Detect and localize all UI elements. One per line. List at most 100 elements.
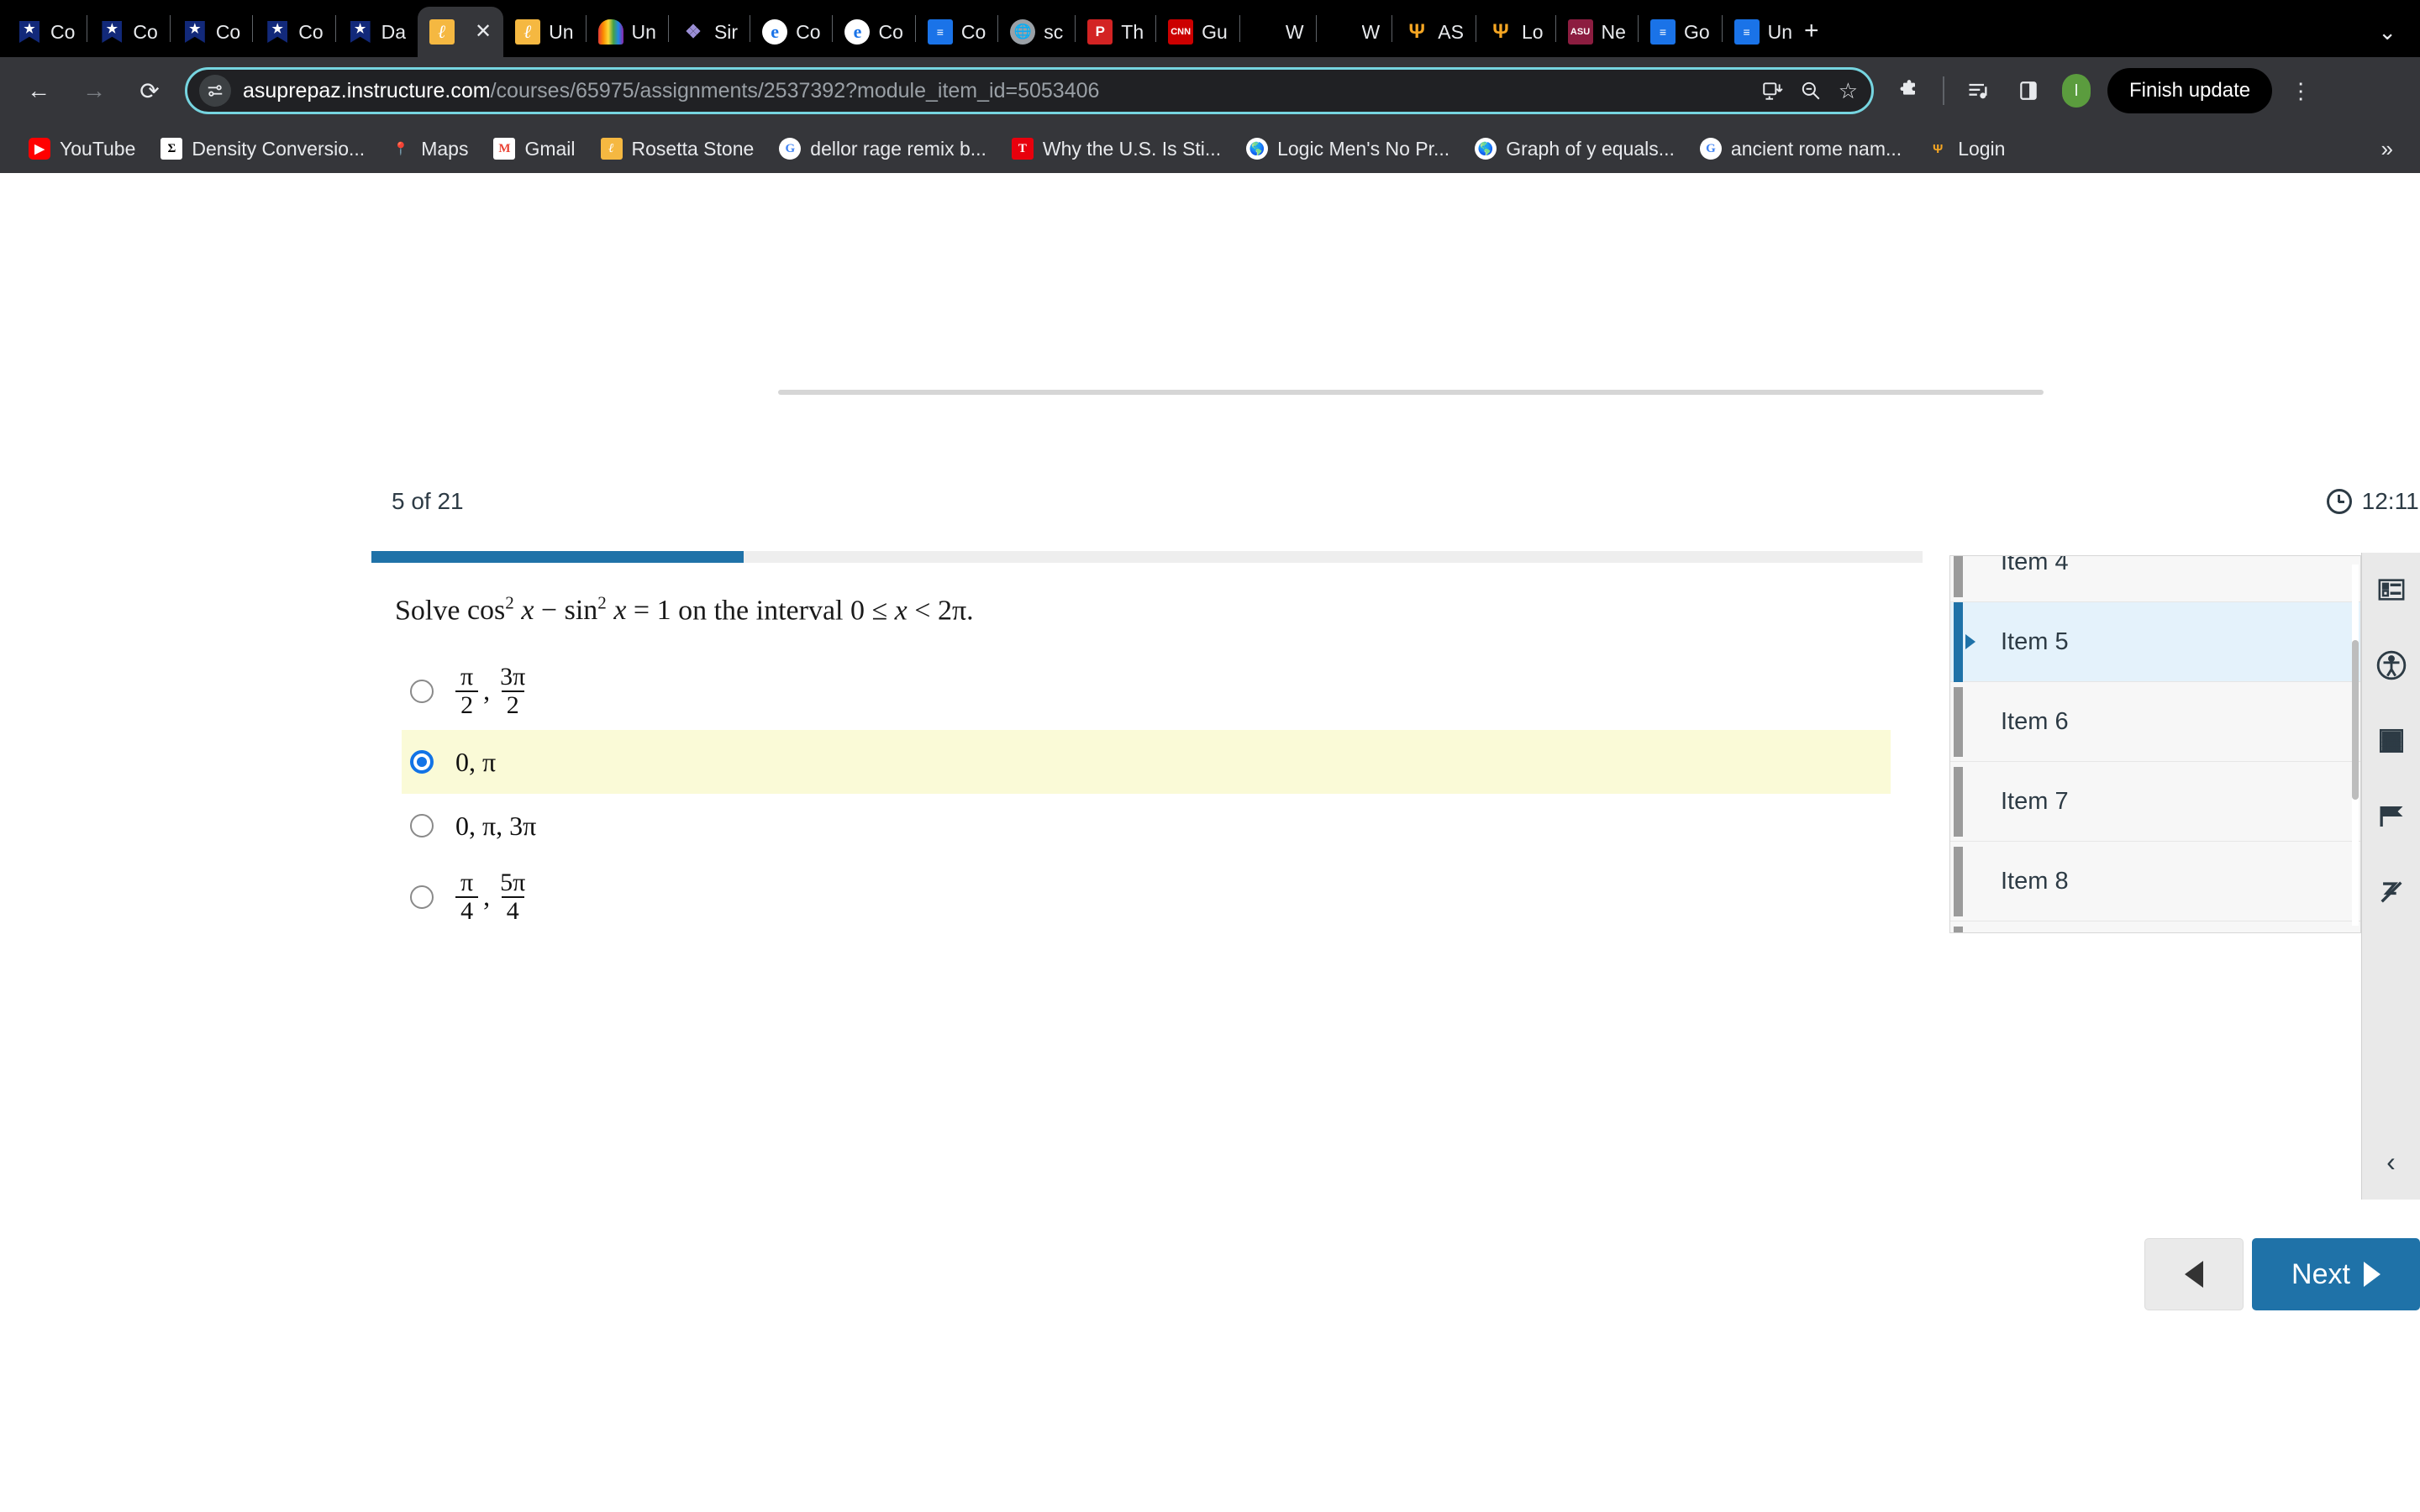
bookmark-label: Login xyxy=(1958,137,2006,160)
pearson-icon: P xyxy=(1087,19,1113,45)
bookmark-label: Gmail xyxy=(524,137,576,160)
browser-tab[interactable]: W xyxy=(1240,7,1316,57)
reference-icon[interactable] xyxy=(2373,874,2410,911)
extensions-puzzle-icon[interactable] xyxy=(1892,74,1926,108)
bookmark-item[interactable]: G dellor rage remix b... xyxy=(769,133,997,165)
radio-button[interactable] xyxy=(410,814,434,837)
new-tab-button[interactable]: + xyxy=(1804,17,1819,57)
radio-button[interactable] xyxy=(410,885,434,909)
side-panel-icon[interactable] xyxy=(2012,74,2045,108)
browser-tab[interactable]: ≡ Un xyxy=(1723,7,1804,57)
chevron-left-icon[interactable]: ‹ xyxy=(2362,1147,2420,1178)
bookmark-label: Rosetta Stone xyxy=(631,137,755,160)
previous-button[interactable] xyxy=(2144,1238,2244,1310)
tab-title: Th xyxy=(1121,20,1144,43)
item-list-item[interactable]: Item 7 xyxy=(1950,762,2360,842)
browser-tab[interactable]: W xyxy=(1317,7,1392,57)
tab-title: Co xyxy=(133,20,158,43)
item-list-item[interactable]: Item 4 xyxy=(1950,555,2360,602)
item-list-icon[interactable] xyxy=(2373,571,2410,608)
bookmark-item[interactable]: Σ Density Conversio... xyxy=(150,133,375,165)
radio-button[interactable] xyxy=(410,750,434,774)
forward-button[interactable]: → xyxy=(74,71,114,111)
bookmark-item[interactable]: ℓ Rosetta Stone xyxy=(591,133,765,165)
url-text[interactable]: asuprepaz.instructure.com/courses/65975/… xyxy=(243,79,1749,103)
site-settings-icon[interactable] xyxy=(199,75,231,107)
browser-tab[interactable]: Co xyxy=(253,7,334,57)
browser-tab-active[interactable]: ℓ ✕ xyxy=(418,7,504,57)
browser-tab[interactable]: CNN Gu xyxy=(1156,7,1239,57)
item-label: Item 7 xyxy=(2001,787,2069,815)
tab-title: Co xyxy=(50,20,76,43)
browser-tab[interactable]: Da xyxy=(336,7,418,57)
scrollbar-thumb[interactable] xyxy=(2352,640,2359,800)
reading-list-icon[interactable] xyxy=(1961,74,1995,108)
bookmark-item[interactable]: ▶ YouTube xyxy=(18,133,145,165)
fraction-numerator: π xyxy=(460,869,474,896)
calculator-icon[interactable] xyxy=(2373,722,2410,759)
item-list-item[interactable]: Item 6 xyxy=(1950,682,2360,762)
answer-choice-selected[interactable]: 0, π xyxy=(402,730,1891,794)
bookmark-item[interactable]: 🌎 Graph of y equals... xyxy=(1465,133,1685,165)
item-panel-scrollbar[interactable] xyxy=(2352,564,2359,926)
tab-title: Co xyxy=(796,20,821,43)
finish-update-button[interactable]: Finish update xyxy=(2107,68,2273,113)
browser-tab[interactable]: e Co xyxy=(833,7,914,57)
browser-tab[interactable]: 🌐 sc xyxy=(998,7,1075,57)
cnn-icon: CNN xyxy=(1168,19,1194,45)
star-icon[interactable]: ☆ xyxy=(1839,78,1858,104)
omnibox-icons: ☆ xyxy=(1761,78,1858,104)
browser-tab[interactable]: ❖ Sir xyxy=(669,7,750,57)
install-app-icon[interactable] xyxy=(1761,80,1783,102)
answer-choice[interactable]: 0, π, 3π xyxy=(402,794,1891,858)
browser-tab[interactable]: P Th xyxy=(1076,7,1155,57)
current-item-arrow-icon xyxy=(1965,634,1975,649)
avatar[interactable]: I xyxy=(2062,74,2091,108)
browser-tab[interactable]: ≡ Go xyxy=(1639,7,1722,57)
bookmark-item[interactable]: G ancient rome nam... xyxy=(1690,133,1912,165)
browser-tab[interactable]: e Co xyxy=(750,7,832,57)
browser-tab[interactable]: Un xyxy=(587,7,668,57)
item-navigator-panel[interactable]: Item 4 Item 5 Item 6 Item 7 Item 8 Item … xyxy=(1949,555,2361,933)
three-dot-menu-icon[interactable]: ⋮ xyxy=(2289,80,2312,102)
bookmarks-overflow-button[interactable]: » xyxy=(2381,136,2402,162)
browser-tab[interactable]: ≡ Co xyxy=(916,7,997,57)
bookmark-label: dellor rage remix b... xyxy=(810,137,986,160)
bookmark-item[interactable]: 🌎 Logic Men's No Pr... xyxy=(1236,133,1460,165)
next-button[interactable]: Next xyxy=(2252,1238,2420,1310)
tab-title: Co xyxy=(215,20,241,43)
reload-button[interactable]: ⟳ xyxy=(129,71,170,111)
zoom-out-icon[interactable] xyxy=(1800,80,1822,102)
bookmark-item[interactable]: Ψ Login xyxy=(1917,133,2015,165)
back-button[interactable]: ← xyxy=(18,71,59,111)
browser-tab[interactable]: Ψ Lo xyxy=(1476,7,1555,57)
chevron-down-icon[interactable]: ⌄ xyxy=(2378,19,2396,45)
bookmark-item[interactable]: T Why the U.S. Is Sti... xyxy=(1002,133,1231,165)
radio-button[interactable] xyxy=(410,679,434,703)
browser-tab[interactable]: Ψ AS xyxy=(1392,7,1476,57)
fraction-denominator: 2 xyxy=(501,690,524,719)
comma: , xyxy=(483,675,491,706)
bookmark-item[interactable]: M Gmail xyxy=(483,133,585,165)
bookmark-label: Logic Men's No Pr... xyxy=(1277,137,1450,160)
item-label: Item 4 xyxy=(2001,555,2069,575)
browser-tab[interactable]: Co xyxy=(171,7,252,57)
answer-choice[interactable]: π 2 , 3π 2 xyxy=(402,652,1891,730)
item-list-item-current[interactable]: Item 5 xyxy=(1950,602,2360,682)
address-bar[interactable]: asuprepaz.instructure.com/courses/65975/… xyxy=(185,67,1874,114)
browser-tab[interactable]: ℓ Un xyxy=(503,7,585,57)
tab-title: AS xyxy=(1438,20,1464,43)
bookmark-item[interactable]: 📍 Maps xyxy=(380,133,478,165)
flag-icon[interactable] xyxy=(2373,798,2410,835)
answer-choice[interactable]: π 4 , 5π 4 xyxy=(402,858,1891,936)
item-list-item[interactable]: Item 9 xyxy=(1950,921,2360,932)
accessibility-icon[interactable] xyxy=(2373,647,2410,684)
close-icon[interactable]: ✕ xyxy=(475,22,492,42)
browser-tab[interactable]: Co xyxy=(87,7,169,57)
fraction-numerator: 3π xyxy=(500,663,526,690)
browser-tab[interactable]: Co xyxy=(5,7,87,57)
fraction-denominator: 4 xyxy=(501,895,524,925)
browser-tab[interactable]: ASU Ne xyxy=(1556,7,1638,57)
item-label: Item 5 xyxy=(2001,627,2069,655)
item-list-item[interactable]: Item 8 xyxy=(1950,842,2360,921)
